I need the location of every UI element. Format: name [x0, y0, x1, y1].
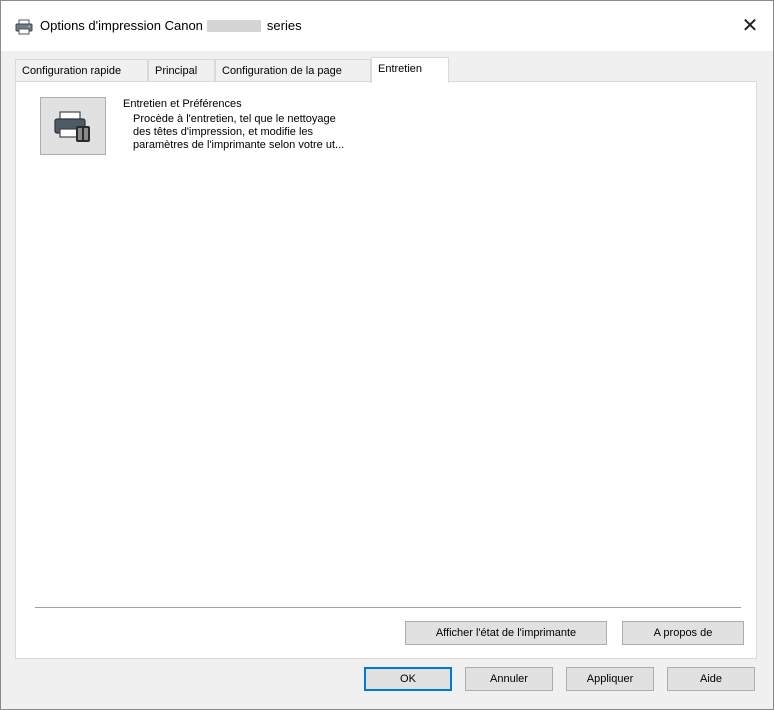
- divider: [35, 607, 741, 608]
- close-button[interactable]: ✕: [727, 1, 773, 51]
- tab-principal[interactable]: Principal: [148, 59, 215, 81]
- cancel-button[interactable]: Annuler: [465, 667, 553, 691]
- maintenance-description-line: paramètres de l'imprimante selon votre u…: [133, 139, 345, 151]
- tab-configuration-page[interactable]: Configuration de la page: [215, 59, 371, 81]
- maintenance-description-line: Procède à l'entretien, tel que le nettoy…: [133, 113, 336, 125]
- maintenance-description: Procède à l'entretien, tel que le nettoy…: [133, 113, 403, 152]
- maintenance-title: Entretien et Préférences: [123, 98, 242, 110]
- apply-button[interactable]: Appliquer: [566, 667, 654, 691]
- printer-maintenance-icon: [54, 111, 90, 142]
- print-options-dialog: Options d'impression Canon series ✕ Confi…: [0, 0, 774, 710]
- about-button[interactable]: A propos de: [622, 621, 744, 645]
- redacted-model-name: [206, 19, 261, 32]
- tab-panel-entretien: Entretien et Préférences Procède à l'ent…: [15, 81, 757, 659]
- title-bar: Options d'impression Canon series ✕: [1, 1, 773, 51]
- close-icon: ✕: [741, 15, 759, 37]
- window-title: Options d'impression Canon series: [40, 17, 302, 33]
- maintenance-description-line: des têtes d'impression, et modifie les: [133, 126, 314, 138]
- printer-icon: [15, 19, 33, 35]
- window-title-suffix: series: [266, 18, 302, 34]
- help-button[interactable]: Aide: [667, 667, 755, 691]
- tab-configuration-rapide[interactable]: Configuration rapide: [15, 59, 148, 81]
- maintenance-preferences-button[interactable]: [40, 97, 106, 155]
- printer-status-button[interactable]: Afficher l'état de l'imprimante: [405, 621, 607, 645]
- ok-button[interactable]: OK: [364, 667, 452, 691]
- window-title-prefix: Options d'impression Canon: [40, 18, 203, 34]
- tab-bar: Configuration rapide Principal Configura…: [15, 57, 755, 83]
- tab-entretien[interactable]: Entretien: [371, 57, 449, 83]
